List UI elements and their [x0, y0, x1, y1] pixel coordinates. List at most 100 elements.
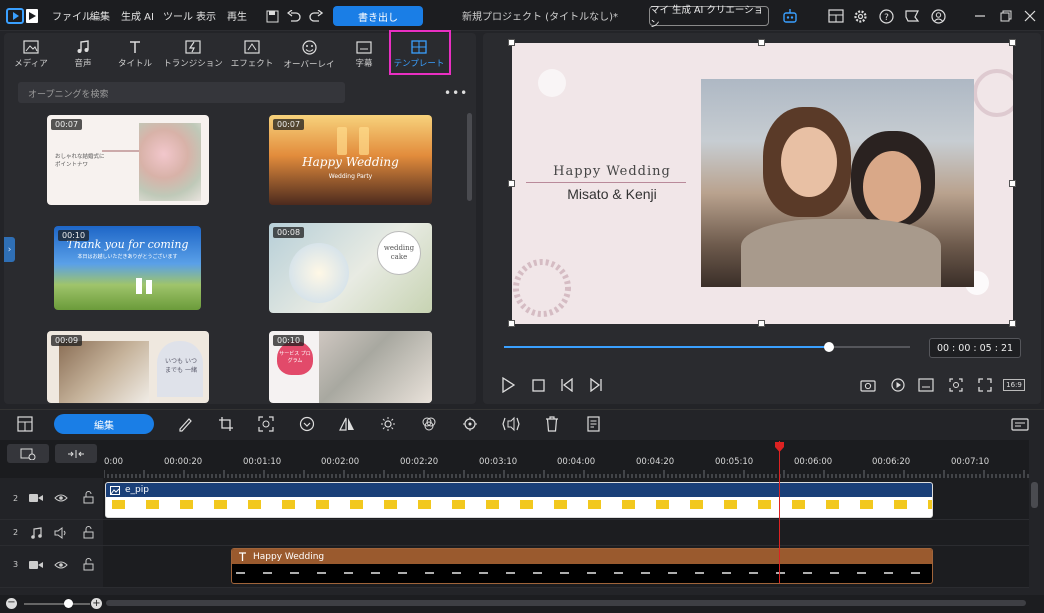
- play-icon[interactable]: [500, 377, 516, 393]
- filmstrip-frame: [656, 500, 669, 509]
- flip-icon[interactable]: [338, 415, 356, 433]
- resize-handle[interactable]: [1009, 180, 1016, 187]
- title-clip[interactable]: Happy Wedding: [231, 548, 933, 584]
- search-input[interactable]: オープニングを検索: [18, 82, 345, 103]
- resize-handle[interactable]: [508, 180, 515, 187]
- template-thumb-4[interactable]: wedding cake 00:08: [269, 223, 432, 313]
- crop-icon[interactable]: [217, 415, 235, 433]
- title-t-icon: [128, 40, 142, 54]
- template-thumb-2[interactable]: Happy Wedding Wedding Party 00:07: [269, 115, 432, 205]
- tab-audio[interactable]: 音声: [56, 33, 110, 76]
- fullscreen-icon[interactable]: [977, 377, 993, 393]
- quality-icon[interactable]: [918, 377, 934, 393]
- ruler-label: 00:06:00: [794, 457, 833, 467]
- lock-icon[interactable]: [83, 526, 94, 539]
- timeline-horizontal-scrollbar[interactable]: [106, 600, 1026, 606]
- previous-frame-icon[interactable]: [559, 377, 575, 393]
- tab-media[interactable]: メディア: [4, 33, 58, 76]
- redo-icon[interactable]: [306, 6, 326, 26]
- brightness-icon[interactable]: [379, 415, 397, 433]
- delete-trash-icon[interactable]: [543, 415, 561, 433]
- snapshot-camera-icon[interactable]: [860, 377, 876, 393]
- resize-handle[interactable]: [758, 320, 765, 327]
- menu-tools[interactable]: ツール: [163, 8, 193, 23]
- pen-edit-icon[interactable]: [176, 415, 194, 433]
- filmstrip-frame: [826, 500, 839, 509]
- menu-play[interactable]: 再生: [227, 8, 247, 23]
- menu-file[interactable]: ファイル: [52, 8, 92, 23]
- aspect-ratio-button[interactable]: 16:9: [1003, 377, 1025, 393]
- more-options-icon[interactable]: •••: [444, 86, 468, 100]
- app-logo: [6, 6, 40, 26]
- help-icon[interactable]: ?: [876, 6, 896, 26]
- expand-panel-chevron-icon[interactable]: ›: [4, 237, 15, 262]
- zoom-slider[interactable]: [24, 603, 90, 605]
- resize-handle[interactable]: [508, 320, 515, 327]
- tab-title[interactable]: タイトル: [108, 33, 162, 76]
- speed-icon[interactable]: [298, 415, 316, 433]
- filmstrip-frame: [588, 500, 601, 509]
- resize-handle[interactable]: [508, 39, 515, 46]
- account-icon[interactable]: [928, 6, 948, 26]
- zoom-knob[interactable]: [64, 599, 73, 608]
- preview-play-icon[interactable]: [890, 377, 906, 393]
- preview-canvas[interactable]: Happy Wedding Misato & Kenji: [512, 43, 1013, 324]
- next-frame-icon[interactable]: [588, 377, 604, 393]
- close-icon[interactable]: [1020, 6, 1040, 26]
- library-scrollbar[interactable]: [467, 113, 472, 201]
- lock-icon[interactable]: [83, 558, 94, 571]
- ruler-label: 00:06:20: [872, 457, 911, 467]
- template-thumb-1[interactable]: おしゃれな結婚式に ポイントナワ 00:07: [47, 115, 209, 205]
- stop-icon[interactable]: [530, 377, 546, 393]
- eye-visibility-icon[interactable]: [54, 560, 68, 570]
- zoom-out-icon[interactable]: −: [6, 598, 17, 609]
- menu-edit[interactable]: 編集: [90, 8, 110, 23]
- export-button[interactable]: 書き出し: [333, 6, 423, 26]
- undo-icon[interactable]: [284, 6, 304, 26]
- tab-overlay[interactable]: オーバーレイ: [282, 33, 336, 76]
- minimize-icon[interactable]: [970, 6, 990, 26]
- ai-creation-button[interactable]: マイ 生成 AI クリエーション: [649, 5, 769, 30]
- speaker-volume-icon[interactable]: [54, 527, 68, 539]
- timeline-mode-icon[interactable]: [16, 415, 34, 433]
- layout-icon[interactable]: [826, 6, 846, 26]
- template-thumb-5[interactable]: いつも いつまでも 一緒 00:09: [47, 331, 209, 403]
- tab-effect[interactable]: エフェクト: [225, 33, 279, 76]
- tab-transition[interactable]: トランジション: [163, 33, 223, 76]
- filmstrip-frame: [282, 500, 295, 509]
- seek-knob[interactable]: [823, 342, 834, 352]
- music-note-icon: [76, 40, 90, 54]
- keyframe-target-icon[interactable]: [461, 415, 479, 433]
- zoom-fit-icon[interactable]: [948, 377, 964, 393]
- resize-handle[interactable]: [1009, 320, 1016, 327]
- resize-handle[interactable]: [1009, 39, 1016, 46]
- ai-robot-icon[interactable]: [780, 6, 800, 26]
- resize-handle[interactable]: [758, 39, 765, 46]
- timeline-ruler[interactable]: 0:00 00:00:20 00:01:10 00:02:00 00:02:20…: [104, 440, 1029, 478]
- notification-icon[interactable]: [902, 6, 922, 26]
- tab-subtitle[interactable]: 字幕: [337, 33, 391, 76]
- eye-visibility-icon[interactable]: [54, 493, 68, 503]
- restore-icon[interactable]: [996, 6, 1016, 26]
- save-icon[interactable]: [262, 6, 282, 26]
- settings-gear-icon[interactable]: [850, 6, 870, 26]
- audio-fade-icon[interactable]: [502, 415, 520, 433]
- timeline-settings-icon[interactable]: [1011, 415, 1029, 433]
- fit-timeline-button[interactable]: [55, 444, 97, 463]
- menu-genai[interactable]: 生成 AI: [121, 8, 154, 23]
- template-thumb-3[interactable]: Thank you for coming 本日はお越しいただきありがとうございま…: [54, 226, 201, 310]
- template-thumb-6[interactable]: サービス プログラム 00:10: [269, 331, 432, 403]
- tab-label: タイトル: [117, 59, 152, 69]
- marker-list-icon[interactable]: [584, 415, 602, 433]
- seek-progress: [504, 346, 829, 348]
- lock-icon[interactable]: [83, 491, 94, 504]
- color-blend-icon[interactable]: [420, 415, 438, 433]
- zoom-in-icon[interactable]: +: [91, 598, 102, 609]
- timeline-vertical-scrollbar[interactable]: [1031, 482, 1038, 508]
- focus-frame-icon[interactable]: [257, 415, 275, 433]
- menu-view[interactable]: 表示: [196, 8, 216, 23]
- edit-button[interactable]: 編集: [54, 414, 154, 434]
- seek-track[interactable]: [504, 342, 910, 352]
- add-track-button[interactable]: [7, 444, 49, 463]
- pip-clip[interactable]: e_pip: [105, 482, 933, 518]
